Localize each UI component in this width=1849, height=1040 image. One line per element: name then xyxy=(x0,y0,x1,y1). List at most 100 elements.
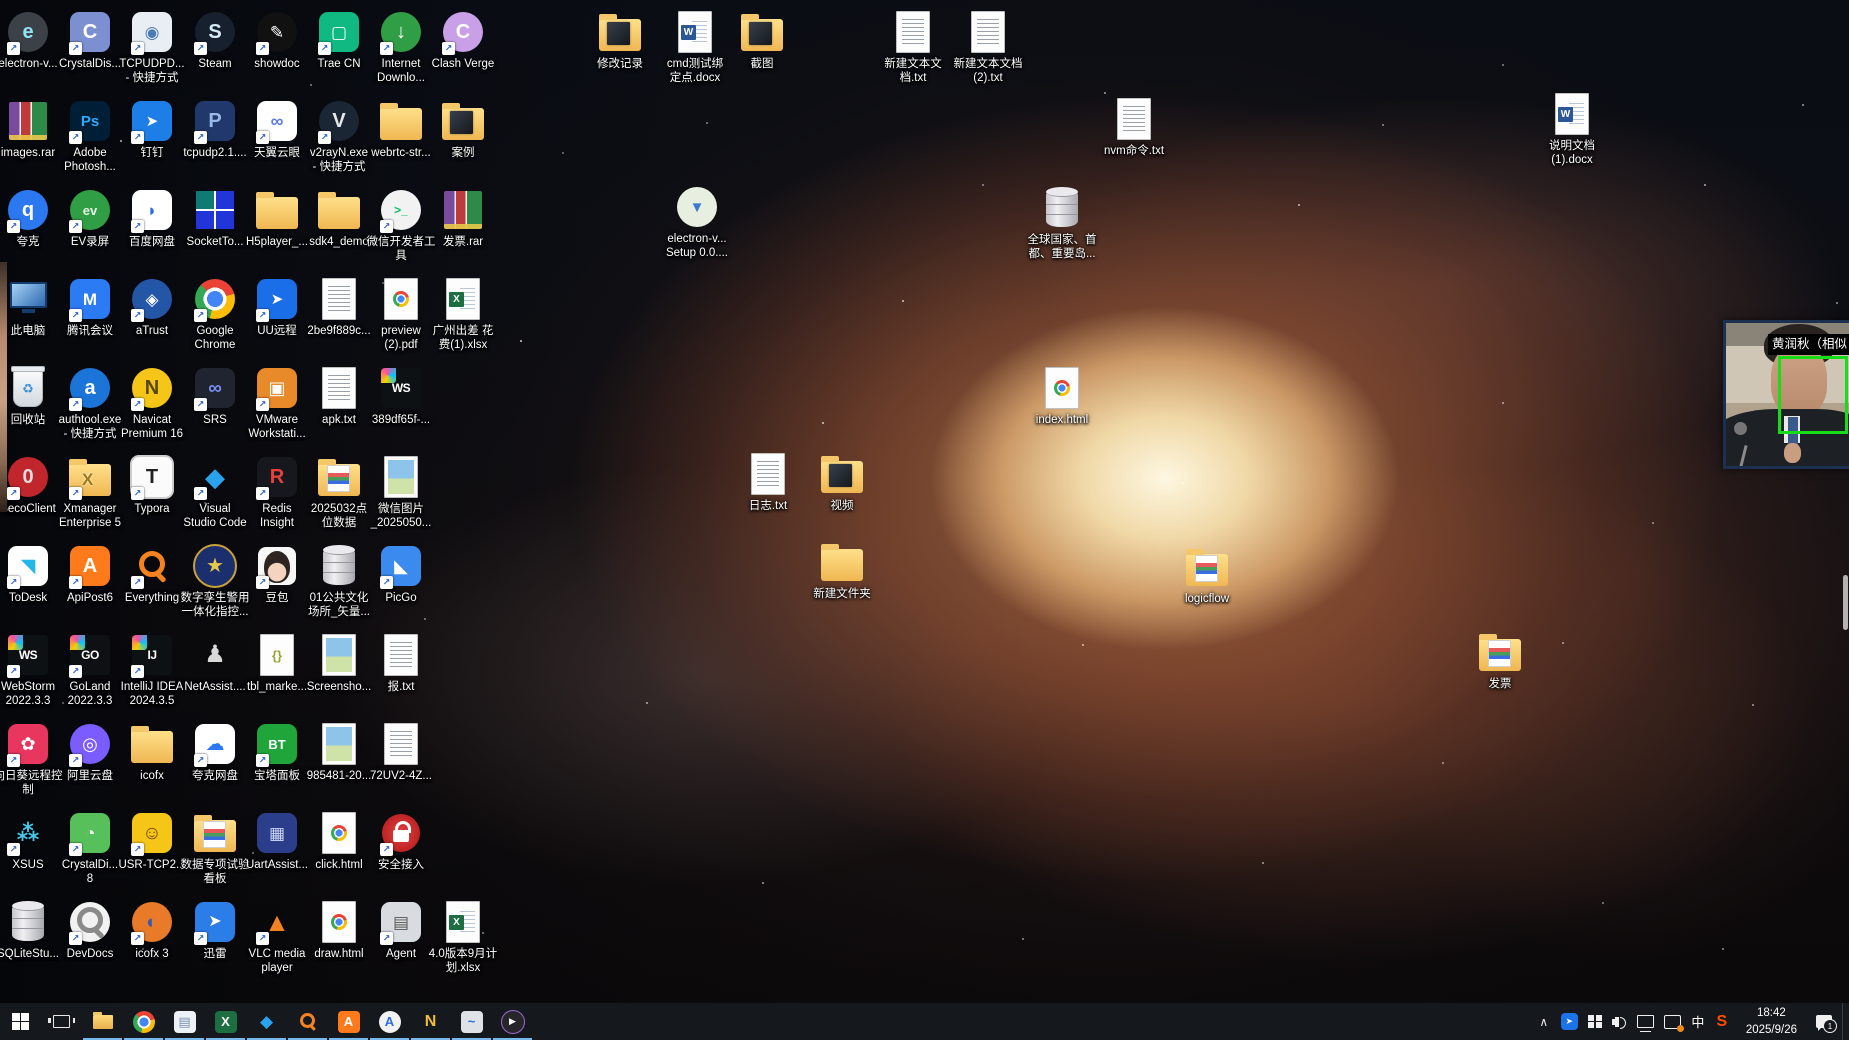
tray-expand-chevron[interactable]: ∧ xyxy=(1537,1015,1551,1029)
icon-navicat-premium-16-label: Navicat Premium 16 xyxy=(121,413,183,441)
icon-jietu-folder[interactable]: 截图 xyxy=(724,10,800,71)
tray-input-app-icon[interactable]: ➤ xyxy=(1561,1013,1578,1030)
taskbar-excel[interactable]: X xyxy=(205,1003,246,1040)
shortcut-arrow-icon xyxy=(69,932,82,945)
icon-bao-txt[interactable]: 报.txt xyxy=(363,633,439,694)
icon-netassist-glyph: ♟ xyxy=(191,633,239,677)
icon-tbl-marke-json-label: tbl_marke... xyxy=(247,680,307,694)
icon-fapiao-folder-glyph xyxy=(1476,630,1524,674)
icon-electron-setup-glyph: ▼ xyxy=(673,185,721,229)
icon-new-text-document-2[interactable]: 新建文本文档 (2).txt xyxy=(950,10,1026,85)
tray-sogou-icon[interactable]: S xyxy=(1715,1013,1729,1031)
icon-quark-glyph: q xyxy=(4,188,52,232)
tray-volume-icon[interactable] xyxy=(1612,1016,1627,1028)
icon-everything-glyph xyxy=(128,544,176,588)
tray-volume-icon-glyph xyxy=(1612,1016,1627,1028)
taskbar-compass-a-app-icon: A xyxy=(379,1011,401,1033)
icon-fapiao-rar[interactable]: 发票.rar xyxy=(425,188,501,249)
taskbar-everything-search[interactable] xyxy=(287,1003,328,1040)
desktop[interactable]: eelectron-v...CCrystalDis...◉TCPUDPD... … xyxy=(0,0,1849,1040)
taskbar-apps: ▤X◆AAN~▶ xyxy=(0,1003,533,1040)
icon-guangzhou-chucai-xlsx-label: 广州出差 花 费(1).xlsx xyxy=(433,324,494,352)
icon-shuoming-docx[interactable]: W说明文档 (1).docx xyxy=(1534,92,1610,167)
shortcut-arrow-icon xyxy=(318,42,331,55)
icon-new-folder-label: 新建文件夹 xyxy=(813,587,871,601)
icon-72uv2-note[interactable]: 72UV2-4Z... xyxy=(363,722,439,783)
icon-wechat-image[interactable]: 微信图片 _2025050... xyxy=(363,455,439,530)
icon-40-version-xlsx-label: 4.0版本9月计 划.xlsx xyxy=(429,947,497,975)
icon-tianyi-yunyan-glyph: ∞ xyxy=(253,99,301,143)
icon-nvm-cmd-txt[interactable]: nvm命令.txt xyxy=(1096,97,1172,158)
taskbar-media-player[interactable]: ▶ xyxy=(492,1003,533,1040)
icon-images-rar-glyph xyxy=(4,99,52,143)
taskbar-apipost[interactable]: A xyxy=(328,1003,369,1040)
icon-sdk4-demo-folder-label: sdk4_demo xyxy=(309,235,368,249)
icon-aliyundrive-glyph: ◎ xyxy=(66,722,114,766)
icon-xiugai-jilu-folder[interactable]: 修改记录 xyxy=(582,10,658,71)
taskbar-clock[interactable]: 18:42 2025/9/26 xyxy=(1737,1003,1806,1040)
icon-everything-label: Everything xyxy=(125,591,179,605)
taskbar-media-player-icon: ▶ xyxy=(501,1010,525,1034)
shortcut-arrow-icon xyxy=(131,487,144,500)
shortcut-arrow-icon xyxy=(194,487,207,500)
icon-cmd-test-docx[interactable]: Wcmd测试绑 定点.docx xyxy=(657,10,733,85)
tray-cast-icon[interactable] xyxy=(1664,1015,1681,1029)
icon-picgo[interactable]: ◣PicGo xyxy=(363,544,439,605)
start-button[interactable] xyxy=(0,1003,41,1040)
taskbar-empty-area[interactable] xyxy=(533,1003,1529,1040)
face-recognition-window[interactable]: 黄润秋（相似 xyxy=(1723,320,1849,469)
tray-network-icon[interactable] xyxy=(1637,1015,1654,1028)
right-edge-scrollbar[interactable] xyxy=(1843,575,1848,630)
icon-electron-setup[interactable]: ▼electron-v... Setup 0.0.... xyxy=(659,185,735,260)
icon-clash-verge[interactable]: CClash Verge xyxy=(425,10,501,71)
taskbar-notepad[interactable]: ▤ xyxy=(164,1003,205,1040)
icon-recycle-bin-label: 回收站 xyxy=(11,413,46,427)
task-view-button[interactable] xyxy=(41,1003,82,1040)
icon-quanqiu-guojia-db[interactable]: 全球国家、首 都、重要岛... xyxy=(1024,186,1100,261)
icon-tcpudp21-label: tcpudp2.1.... xyxy=(183,146,246,160)
icon-new-text-document-label: 新建文本文 档.txt xyxy=(884,57,942,85)
partially-offscreen-window-left[interactable] xyxy=(0,262,7,512)
icon-logicflow-folder[interactable]: logicflow xyxy=(1169,545,1245,606)
icon-new-folder[interactable]: 新建文件夹 xyxy=(804,540,880,601)
icon-rizhi-txt-label: 日志.txt xyxy=(749,499,787,513)
icon-vmware-workstation-label: VMware Workstati... xyxy=(248,413,305,441)
icon-vscode-label: Visual Studio Code xyxy=(183,502,246,530)
icon-shipin-folder[interactable]: 视频 xyxy=(804,452,880,513)
show-desktop-button[interactable] xyxy=(1842,1003,1849,1040)
shortcut-arrow-icon xyxy=(256,42,269,55)
icon-40-version-xlsx[interactable]: X4.0版本9月计 划.xlsx xyxy=(425,900,501,975)
icon-h5player-folder-label: H5player_... xyxy=(246,235,308,249)
icon-apk-txt-glyph xyxy=(315,366,363,410)
taskbar-system-monitor[interactable]: ~ xyxy=(451,1003,492,1040)
icon-389df65f-ws[interactable]: WS389df65f-... xyxy=(363,366,439,427)
icon-anli-folder[interactable]: 案例 xyxy=(425,99,501,160)
taskbar-file-explorer[interactable] xyxy=(82,1003,123,1040)
tray-grid-icon[interactable] xyxy=(1588,1015,1602,1029)
taskbar-vscode[interactable]: ◆ xyxy=(246,1003,287,1040)
shortcut-arrow-icon xyxy=(131,932,144,945)
action-center-button[interactable]: 1 xyxy=(1806,1003,1842,1040)
tray-ime-zh[interactable]: 中 xyxy=(1691,1012,1705,1031)
icon-index-html[interactable]: index.html xyxy=(1024,366,1100,427)
icon-fapiao-folder[interactable]: 发票 xyxy=(1462,630,1538,691)
wallpaper-stars xyxy=(0,0,2,2)
icon-2025032-dianwei-folder-glyph xyxy=(315,455,363,499)
tray-grid-icon-glyph xyxy=(1588,1015,1602,1029)
taskbar-compass-a-app[interactable]: A xyxy=(369,1003,410,1040)
clock-date: 2025/9/26 xyxy=(1746,1022,1797,1038)
icon-fapiao-rar-glyph xyxy=(439,188,487,232)
shortcut-arrow-icon xyxy=(194,131,207,144)
icon-redis-insight-label: Redis Insight xyxy=(260,502,294,530)
taskbar-chrome[interactable] xyxy=(123,1003,164,1040)
icon-new-text-document[interactable]: 新建文本文 档.txt xyxy=(875,10,951,85)
icon-anquan-jieru[interactable]: 安全接入 xyxy=(363,811,439,872)
icon-ev-luping-glyph: ev xyxy=(66,188,114,232)
shortcut-arrow-icon xyxy=(69,843,82,856)
search-magnifier-icon xyxy=(298,1012,318,1032)
taskbar-navicat[interactable]: N xyxy=(410,1003,451,1040)
icon-tencent-meeting-glyph: M xyxy=(66,277,114,321)
icon-rizhi-txt[interactable]: 日志.txt xyxy=(730,452,806,513)
icon-guangzhou-chucai-xlsx[interactable]: X广州出差 花 费(1).xlsx xyxy=(425,277,501,352)
icon-new-folder-glyph xyxy=(818,540,866,584)
